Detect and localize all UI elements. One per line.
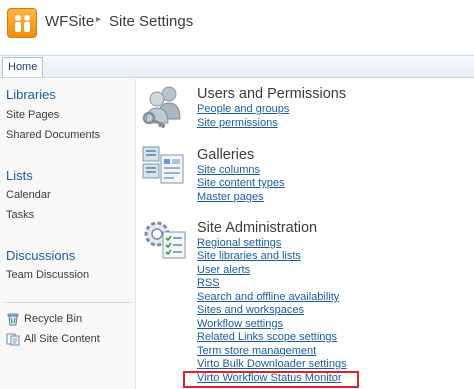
nav-item-site-pages[interactable]: Site Pages — [6, 109, 59, 121]
highlight-annotation-box — [183, 371, 359, 388]
link-rss[interactable]: RSS — [197, 277, 220, 289]
all-site-content-link[interactable]: All Site Content — [6, 332, 100, 346]
link-site-content-types[interactable]: Site content types — [197, 177, 284, 189]
site-administration-icon — [141, 218, 189, 267]
site-title-link[interactable]: WFSite — [45, 13, 94, 30]
recycle-bin-label: Recycle Bin — [24, 313, 83, 325]
recycle-bin-link[interactable]: Recycle Bin — [6, 312, 82, 326]
link-search-and-offline-availability[interactable]: Search and offline availability — [197, 291, 339, 303]
galleries-title: Galleries — [197, 147, 255, 163]
users-permissions-title: Users and Permissions — [197, 86, 347, 102]
link-site-libraries-and-lists[interactable]: Site libraries and lists — [197, 250, 301, 262]
page-title: Site Settings — [109, 13, 194, 30]
site-header: WFSite ▸ Site Settings — [0, 0, 474, 50]
tab-home[interactable]: Home — [2, 57, 44, 77]
site-content-icon — [6, 332, 20, 346]
link-related-links-scope-settings[interactable]: Related Links scope settings — [197, 331, 337, 343]
link-regional-settings[interactable]: Regional settings — [197, 237, 281, 249]
link-term-store-management[interactable]: Term store management — [197, 345, 316, 357]
nav-item-calendar[interactable]: Calendar — [6, 189, 51, 201]
top-nav-bar: Home — [0, 55, 474, 78]
nav-item-shared-documents[interactable]: Shared Documents — [6, 129, 100, 141]
recycle-bin-icon — [6, 312, 20, 326]
link-user-alerts[interactable]: User alerts — [197, 264, 250, 276]
nav-item-tasks[interactable]: Tasks — [6, 209, 34, 221]
nav-heading-lists[interactable]: Lists — [6, 168, 33, 183]
nav-item-team-discussion[interactable]: Team Discussion — [6, 269, 89, 281]
galleries-icon — [141, 145, 189, 192]
link-site-permissions[interactable]: Site permissions — [197, 117, 278, 129]
all-site-content-label: All Site Content — [24, 333, 100, 345]
link-sites-and-workspaces[interactable]: Sites and workspaces — [197, 304, 304, 316]
nav-divider — [5, 302, 131, 303]
breadcrumb-separator-icon: ▸ — [96, 14, 102, 25]
site-logo-icon[interactable] — [7, 8, 37, 38]
link-workflow-settings[interactable]: Workflow settings — [197, 318, 283, 330]
link-virto-bulk-downloader-settings[interactable]: Virto Bulk Downloader settings — [197, 358, 347, 370]
link-master-pages[interactable]: Master pages — [197, 191, 264, 203]
site-administration-title: Site Administration — [197, 220, 318, 236]
link-people-and-groups[interactable]: People and groups — [197, 103, 289, 115]
link-site-columns[interactable]: Site columns — [197, 164, 260, 176]
nav-heading-libraries[interactable]: Libraries — [6, 87, 56, 102]
nav-heading-discussions[interactable]: Discussions — [6, 248, 75, 263]
users-permissions-icon — [141, 85, 189, 134]
quick-launch: Libraries Site Pages Shared Documents Li… — [0, 79, 136, 389]
